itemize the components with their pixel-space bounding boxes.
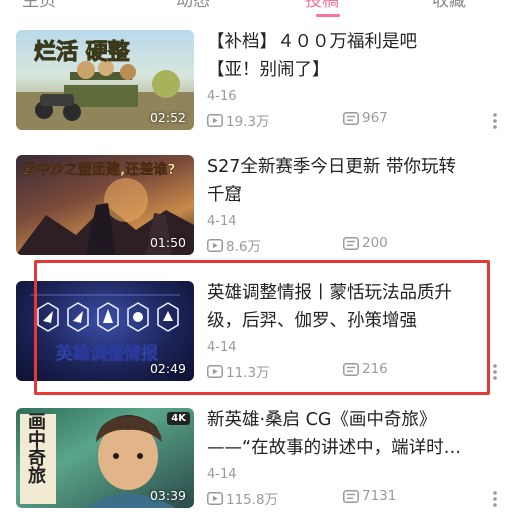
- video-duration: 03:39: [149, 488, 186, 503]
- view-count: 115.8万: [207, 488, 278, 508]
- more-dots-icon[interactable]: [492, 363, 498, 381]
- more-dots-icon[interactable]: [492, 490, 498, 508]
- play-count-icon: [207, 491, 223, 505]
- active-tab-indicator: [316, 14, 340, 17]
- video-thumbnail[interactable]: 烂活 硬整 02:52: [16, 30, 194, 130]
- video-thumbnail[interactable]: 英雄调整情报 02:49: [16, 281, 194, 381]
- view-count: 11.3万: [207, 361, 270, 381]
- comment-count-value: 967: [362, 110, 388, 126]
- video-date: 4-16: [207, 89, 237, 104]
- video-title-line: ——“在故事的讲述中，端详时…: [207, 438, 462, 458]
- video-date: 4-14: [207, 214, 237, 229]
- video-title-line: 英雄调整情报丨蒙恬玩法品质升: [207, 283, 452, 303]
- play-count-icon: [207, 364, 223, 378]
- thumbnail-caption: 画中奇旅: [25, 412, 46, 484]
- danmaku-icon: [343, 111, 359, 125]
- video-item[interactable]: 云中沙之盟团建,还差谁? 01:50 S27全新赛季今日更新 带你玩转 千窟 4…: [0, 147, 518, 271]
- thumbnail-caption: 英雄调整情报: [56, 344, 159, 365]
- video-title-line: 【补档】４００万福利是吧: [207, 32, 417, 52]
- video-item[interactable]: 英雄调整情报 02:49 英雄调整情报丨蒙恬玩法品质升 级，后羿、伽罗、孙策增强…: [0, 273, 518, 397]
- video-title[interactable]: S27全新赛季今日更新 带你玩转 千窟: [207, 153, 497, 209]
- tab-bar: 主页 动态 投稿 收藏: [0, 0, 518, 18]
- view-count-value: 8.6万: [226, 239, 261, 255]
- video-title-line: 千窟: [207, 185, 242, 205]
- tab-uploads[interactable]: 投稿: [305, 0, 339, 11]
- comment-count: 216: [343, 361, 388, 377]
- video-item[interactable]: 画中奇旅 4K 03:39 新英雄·桑启 CG《画中奇旅》 ——“在故事的讲述中…: [0, 400, 518, 519]
- tab-dynamics[interactable]: 动态: [176, 0, 210, 11]
- video-title-line: S27全新赛季今日更新 带你玩转: [207, 157, 456, 177]
- video-duration: 02:49: [149, 361, 186, 376]
- 4k-badge: 4K: [167, 412, 190, 425]
- video-title[interactable]: 【补档】４００万福利是吧 【亚！别闹了】: [207, 28, 497, 84]
- tab-favorites[interactable]: 收藏: [432, 0, 466, 11]
- danmaku-icon: [343, 236, 359, 250]
- view-count: 8.6万: [207, 235, 261, 255]
- play-count-icon: [207, 238, 223, 252]
- video-duration: 02:52: [149, 110, 186, 125]
- thumbnail-caption: 烂活 硬整: [34, 40, 131, 66]
- video-thumbnail[interactable]: 云中沙之盟团建,还差谁? 01:50: [16, 155, 194, 255]
- video-title[interactable]: 新英雄·桑启 CG《画中奇旅》 ——“在故事的讲述中，端详时…: [207, 406, 497, 462]
- danmaku-icon: [343, 489, 359, 503]
- video-title-line: 【亚！别闹了】: [207, 60, 330, 80]
- video-title-line: 级，后羿、伽罗、孙策增强: [207, 311, 417, 331]
- video-date: 4-14: [207, 467, 237, 482]
- tab-home[interactable]: 主页: [22, 0, 56, 11]
- comment-count-value: 7131: [362, 488, 397, 504]
- video-date: 4-14: [207, 340, 237, 355]
- view-count-value: 19.3万: [226, 114, 270, 130]
- view-count-value: 11.3万: [226, 365, 270, 381]
- danmaku-icon: [343, 362, 359, 376]
- video-item[interactable]: 烂活 硬整 02:52 【补档】４００万福利是吧 【亚！别闹了】 4-16 19…: [0, 22, 518, 146]
- view-count-value: 115.8万: [226, 492, 279, 508]
- play-count-icon: [207, 113, 223, 127]
- comment-count-value: 216: [362, 361, 388, 377]
- video-title[interactable]: 英雄调整情报丨蒙恬玩法品质升 级，后羿、伽罗、孙策增强: [207, 279, 497, 335]
- view-count: 19.3万: [207, 110, 270, 130]
- thumbnail-caption: 云中沙之盟团建,还差谁?: [22, 162, 176, 179]
- video-thumbnail[interactable]: 画中奇旅 4K 03:39: [16, 408, 194, 508]
- more-dots-icon[interactable]: [492, 112, 498, 130]
- video-duration: 01:50: [149, 235, 186, 250]
- comment-count: 200: [343, 235, 388, 251]
- video-title-line: 新英雄·桑启 CG《画中奇旅》: [207, 410, 437, 430]
- comment-count: 967: [343, 110, 388, 126]
- comment-count: 7131: [343, 488, 396, 504]
- comment-count-value: 200: [362, 235, 388, 251]
